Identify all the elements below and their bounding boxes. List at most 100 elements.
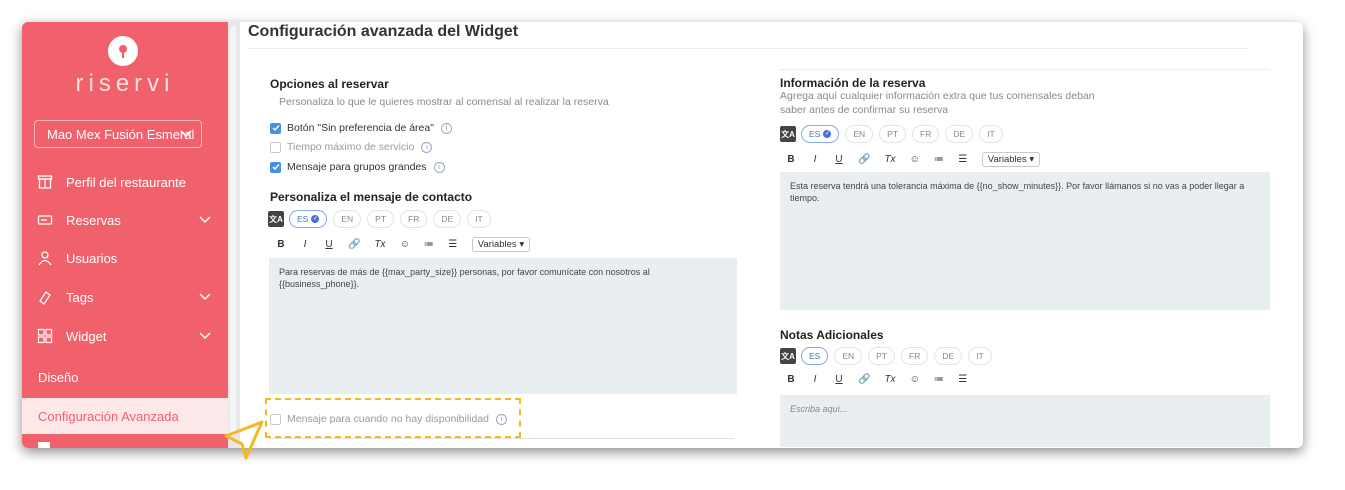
sidebar-item-label: Tags <box>66 289 94 305</box>
clear-format-button[interactable]: Tx <box>884 154 895 165</box>
sidebar-subitem-advanced[interactable]: Configuración Avanzada <box>22 398 228 434</box>
checkbox-large-groups-message[interactable]: Mensaje para grupos grandes i <box>270 161 445 173</box>
lang-fr[interactable]: FR <box>400 210 428 228</box>
italic-button[interactable]: I <box>300 239 310 250</box>
lang-it[interactable]: IT <box>968 347 992 365</box>
checkbox-checked[interactable] <box>270 161 281 173</box>
checkbox-no-area-preference[interactable]: Botón "Sin preferencia de área" i <box>270 122 452 134</box>
lang-es[interactable]: ES <box>801 347 829 365</box>
lang-pt[interactable]: PT <box>879 125 907 143</box>
lang-en[interactable]: EN <box>845 125 874 143</box>
clear-format-button[interactable]: Tx <box>374 239 385 250</box>
lang-it[interactable]: IT <box>467 210 491 228</box>
logo-icon <box>108 36 138 66</box>
translate-icon: 文A <box>268 211 284 227</box>
scrollbar-thumb[interactable] <box>230 26 236 436</box>
sidebar-item-tags[interactable]: Tags <box>36 285 216 309</box>
bold-button[interactable]: B <box>786 154 796 165</box>
ticket-icon <box>36 211 54 229</box>
reservation-editor-toolbar: B I U 🔗 Tx ☺ ≔ ☰ Variables ▾ <box>786 152 1041 167</box>
bullet-list-icon[interactable]: ☰ <box>958 374 968 385</box>
page-title: Configuración avanzada del Widget <box>248 23 519 40</box>
booking-options-title: Opciones al reservar <box>270 77 389 91</box>
restaurant-name: Mao Mex Fusión Esmeral <box>47 126 195 142</box>
link-icon[interactable]: 🔗 <box>348 239 360 250</box>
ordered-list-icon[interactable]: ≔ <box>934 374 944 385</box>
divider <box>248 48 1248 49</box>
sidebar-subitem-design[interactable]: Diseño <box>38 370 78 385</box>
sidebar-item-reservations[interactable]: Reservas <box>36 208 216 232</box>
underline-button[interactable]: U <box>834 154 844 165</box>
checkbox-max-service-time[interactable]: Tiempo máximo de servicio i <box>270 141 433 153</box>
lang-en[interactable]: EN <box>333 210 362 228</box>
reservation-language-selector: 文A ES ✓ EN PT FR DE IT <box>780 125 1009 143</box>
info-icon[interactable]: i <box>433 161 445 173</box>
chevron-down-icon <box>198 212 212 229</box>
clear-format-button[interactable]: Tx <box>884 374 895 385</box>
lang-es[interactable]: ES ✓ <box>289 210 328 228</box>
variables-dropdown[interactable]: Variables ▾ <box>981 152 1041 167</box>
lang-fr[interactable]: FR <box>901 347 929 365</box>
sidebar-next-item-fragment <box>38 442 50 448</box>
contact-editor-toolbar: B I U 🔗 Tx ☺ ≔ ☰ Variables ▾ <box>276 237 531 252</box>
divider <box>780 69 1270 70</box>
checkbox-label: Tiempo máximo de servicio <box>287 141 415 153</box>
ordered-list-icon[interactable]: ≔ <box>934 154 944 165</box>
reservation-info-subtitle: Agrega aquí cualquier información extra … <box>780 90 1095 102</box>
bullet-list-icon[interactable]: ☰ <box>958 154 968 165</box>
sidebar-item-label: Usuarios <box>66 250 118 266</box>
sidebar-scrollbar[interactable] <box>228 22 240 448</box>
emoji-icon[interactable]: ☺ <box>910 154 920 165</box>
ordered-list-icon[interactable]: ≔ <box>424 239 434 250</box>
booking-options-subtitle: Personaliza lo que le quieres mostrar al… <box>279 96 609 108</box>
checkbox-label: Botón "Sin preferencia de área" <box>287 122 434 134</box>
tag-icon <box>36 288 54 306</box>
emoji-icon[interactable]: ☺ <box>400 239 410 250</box>
translate-icon: 文A <box>780 126 796 142</box>
sidebar-item-label: Widget <box>66 328 107 344</box>
reservation-info-title: Información de la reserva <box>780 76 926 90</box>
restaurant-selector[interactable]: Mao Mex Fusión Esmeral <box>34 120 202 148</box>
info-icon[interactable]: i <box>421 141 433 153</box>
italic-button[interactable]: I <box>810 154 820 165</box>
underline-button[interactable]: U <box>834 374 844 385</box>
translate-icon: 文A <box>780 348 796 364</box>
lang-es[interactable]: ES ✓ <box>801 125 840 143</box>
lang-it[interactable]: IT <box>979 125 1003 143</box>
bullet-list-icon[interactable]: ☰ <box>448 239 458 250</box>
contact-language-selector: 文A ES ✓ EN PT FR DE IT <box>268 210 497 228</box>
sidebar-item-profile[interactable]: Perfil del restaurante <box>36 170 216 194</box>
notes-language-selector: 文A ES EN PT FR DE IT <box>780 347 998 365</box>
emoji-icon[interactable]: ☺ <box>910 374 920 385</box>
bold-button[interactable]: B <box>276 239 286 250</box>
variables-dropdown[interactable]: Variables ▾ <box>471 237 531 252</box>
chevron-down-icon <box>198 328 212 345</box>
italic-button[interactable]: I <box>810 374 820 385</box>
checkbox-checked[interactable] <box>270 122 281 134</box>
logo-text: riservi <box>75 70 175 97</box>
lang-pt[interactable]: PT <box>367 210 395 228</box>
lang-en[interactable]: EN <box>834 347 863 365</box>
sidebar: riservi Mao Mex Fusión Esmeral Perfil de… <box>22 22 228 448</box>
user-icon <box>36 249 54 267</box>
lang-fr[interactable]: FR <box>912 125 940 143</box>
sidebar-item-users[interactable]: Usuarios <box>36 246 216 270</box>
link-icon[interactable]: 🔗 <box>858 374 870 385</box>
notes-editor[interactable]: Escriba aquí... <box>780 395 1270 447</box>
sidebar-item-widget[interactable]: Widget <box>36 324 216 348</box>
bold-button[interactable]: B <box>786 374 796 385</box>
reservation-info-subtitle-2: saber antes de confirmar su reserva <box>780 104 949 116</box>
contact-message-title: Personaliza el mensaje de contacto <box>270 190 473 204</box>
lang-de[interactable]: DE <box>433 210 462 228</box>
contact-message-editor[interactable]: Para reservas de más de {{max_party_size… <box>269 258 737 394</box>
checkbox-unchecked[interactable] <box>270 141 281 153</box>
lang-de[interactable]: DE <box>945 125 974 143</box>
reservation-info-editor[interactable]: Esta reserva tendrá una tolerancia máxim… <box>780 172 1270 310</box>
lang-de[interactable]: DE <box>934 347 963 365</box>
lang-pt[interactable]: PT <box>868 347 896 365</box>
notes-editor-toolbar: B I U 🔗 Tx ☺ ≔ ☰ <box>786 374 982 385</box>
info-icon[interactable]: i <box>440 122 452 134</box>
additional-notes-title: Notas Adicionales <box>780 328 884 342</box>
underline-button[interactable]: U <box>324 239 334 250</box>
link-icon[interactable]: 🔗 <box>858 154 870 165</box>
